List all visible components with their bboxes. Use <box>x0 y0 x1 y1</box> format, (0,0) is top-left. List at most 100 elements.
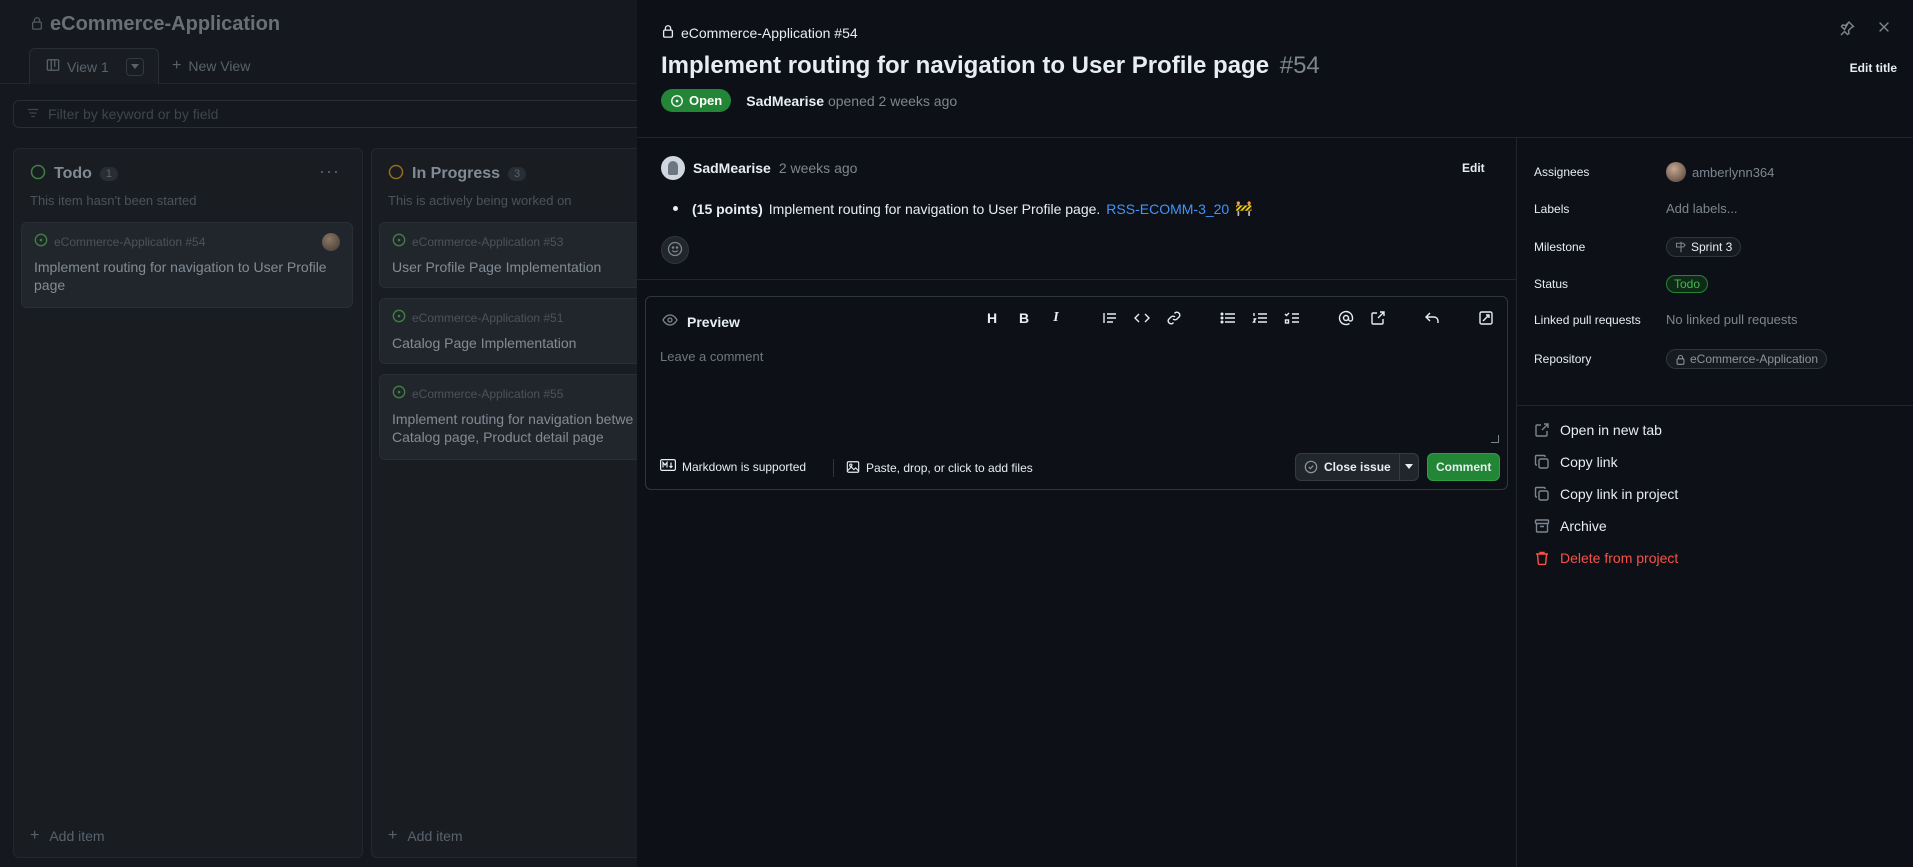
chevron-down-icon <box>1404 464 1413 469</box>
close-issue-options-button[interactable] <box>1400 454 1418 480</box>
fullscreen-icon[interactable] <box>1477 309 1495 327</box>
smiley-icon <box>667 241 683 260</box>
close-icon[interactable] <box>1877 20 1891 41</box>
milestone-icon <box>1675 241 1686 253</box>
repository-pill[interactable]: eCommerce-Application <box>1666 349 1828 369</box>
issue-open-icon <box>671 94 683 107</box>
archive-icon <box>1534 519 1550 533</box>
comment-text: Implement routing for navigation to User… <box>768 200 1101 217</box>
linked-prs-value: No linked pull requests <box>1666 312 1798 327</box>
numbered-list-icon[interactable] <box>1251 309 1269 327</box>
markdown-label: Markdown is supported <box>682 459 807 474</box>
linked-prs-row[interactable]: Linked pull requests No linked pull requ… <box>1534 312 1798 327</box>
breadcrumb-text[interactable]: eCommerce-Application #54 <box>681 25 858 41</box>
assignees-row[interactable]: Assignees amberlynn364 <box>1534 162 1774 182</box>
issue-title-text: Implement routing for navigation to User… <box>661 52 1270 79</box>
open-in-new-tab-button[interactable]: Open in new tab <box>1534 422 1662 438</box>
points-text: (15 points) <box>692 200 763 217</box>
divider <box>637 279 1516 280</box>
lock-icon <box>1676 354 1685 365</box>
archive-label: Archive <box>1560 518 1607 534</box>
copy-icon <box>1534 486 1549 501</box>
status-label: Status <box>1534 277 1569 291</box>
attach-files-button[interactable]: Paste, drop, or click to add files <box>833 459 1033 477</box>
author-link[interactable]: SadMearise <box>746 93 824 109</box>
repository-row[interactable]: Repository eCommerce-Application <box>1534 349 1828 369</box>
markdown-icon <box>660 459 677 474</box>
image-icon <box>846 460 860 477</box>
editor-footer: Markdown is supported Paste, drop, or cl… <box>646 447 1507 489</box>
add-labels-link[interactable]: Add labels... <box>1666 201 1738 216</box>
preview-label: Preview <box>687 313 740 330</box>
copy-link-label: Copy link <box>1560 454 1618 470</box>
repository-name: eCommerce-Application <box>1690 352 1819 366</box>
markdown-note[interactable]: Markdown is supported <box>660 459 806 474</box>
milestone-name: Sprint 3 <box>1691 240 1733 254</box>
comment-author[interactable]: SadMearise <box>693 160 771 176</box>
resize-handle[interactable] <box>1491 435 1499 443</box>
task-list-icon[interactable] <box>1283 309 1301 327</box>
link-icon[interactable] <box>1165 309 1183 327</box>
comment-textarea[interactable] <box>660 341 1494 443</box>
issue-link[interactable]: RSS-ECOMM-3_20 <box>1106 201 1229 217</box>
eye-icon <box>662 312 678 331</box>
comment-header: SadMearise 2 weeks ago <box>661 156 857 180</box>
linked-prs-label: Linked pull requests <box>1534 312 1641 327</box>
edit-title-button[interactable]: Edit title <box>1850 61 1897 75</box>
copy-link-button[interactable]: Copy link <box>1534 454 1618 470</box>
construction-emoji: 🚧 <box>1235 200 1253 216</box>
copy-link-in-project-button[interactable]: Copy link in project <box>1534 486 1678 502</box>
labels-row[interactable]: Labels Add labels... <box>1534 201 1738 216</box>
comment-time[interactable]: 2 weeks ago <box>779 160 858 176</box>
archive-button[interactable]: Archive <box>1534 518 1607 534</box>
copy-link-in-project-label: Copy link in project <box>1560 486 1679 502</box>
reply-icon[interactable] <box>1423 309 1441 327</box>
heading-button[interactable]: H <box>983 309 1001 327</box>
quote-icon[interactable] <box>1101 309 1119 327</box>
close-issue-button[interactable]: Close issue <box>1296 454 1400 480</box>
labels-label: Labels <box>1534 201 1570 216</box>
status-badge: Open <box>661 89 732 112</box>
comment-body: (15 points) Implement routing for naviga… <box>673 200 1253 217</box>
opened-text: opened 2 weeks ago <box>827 92 958 109</box>
issue-side-panel: eCommerce-Application #54 Implement rout… <box>637 0 1913 867</box>
pin-icon[interactable] <box>1839 20 1855 41</box>
breadcrumb: eCommerce-Application #54 <box>661 24 858 41</box>
cross-reference-icon[interactable] <box>1369 309 1387 327</box>
divider <box>1517 405 1913 406</box>
comment-button[interactable]: Comment <box>1427 453 1501 481</box>
issue-title: Implement routing for navigation to User… <box>661 52 1320 80</box>
divider <box>637 137 1913 138</box>
attach-label: Paste, drop, or click to add files <box>866 461 1033 475</box>
assignees-label: Assignees <box>1534 165 1590 179</box>
issue-number: #54 <box>1279 52 1320 79</box>
close-issue-label: Close issue <box>1324 460 1391 474</box>
add-reaction-button[interactable] <box>661 236 689 264</box>
check-circle-icon <box>1304 460 1318 474</box>
edit-comment-button[interactable]: Edit <box>1462 161 1485 175</box>
delete-from-project-button[interactable]: Delete from project <box>1534 550 1678 566</box>
open-in-new-tab-label: Open in new tab <box>1560 422 1662 438</box>
status-pill[interactable]: Todo <box>1666 275 1709 293</box>
preview-tab[interactable]: Preview <box>662 312 740 331</box>
bullet <box>673 206 678 211</box>
status-row[interactable]: Status Todo <box>1534 275 1709 293</box>
code-icon[interactable] <box>1133 309 1151 327</box>
avatar[interactable] <box>661 156 685 180</box>
external-link-icon <box>1535 423 1549 437</box>
milestone-label: Milestone <box>1534 240 1586 254</box>
italic-button[interactable]: I <box>1047 309 1065 327</box>
lock-icon <box>661 24 675 41</box>
bulleted-list-icon[interactable] <box>1219 309 1237 327</box>
repository-label: Repository <box>1534 352 1592 366</box>
assignee-name[interactable]: amberlynn364 <box>1692 165 1774 180</box>
delete-label: Delete from project <box>1560 550 1679 566</box>
milestone-pill[interactable]: Sprint 3 <box>1666 237 1742 257</box>
bold-button[interactable]: B <box>1015 309 1033 327</box>
comment-editor: Preview H B I Leave a comment Markdown i… <box>645 296 1508 490</box>
issue-state-row: Open SadMearise opened 2 weeks ago <box>661 89 957 112</box>
status-text: Open <box>689 93 723 108</box>
mention-icon[interactable] <box>1337 309 1355 327</box>
milestone-row[interactable]: Milestone Sprint 3 <box>1534 237 1742 257</box>
close-issue-split-button: Close issue <box>1295 453 1419 481</box>
